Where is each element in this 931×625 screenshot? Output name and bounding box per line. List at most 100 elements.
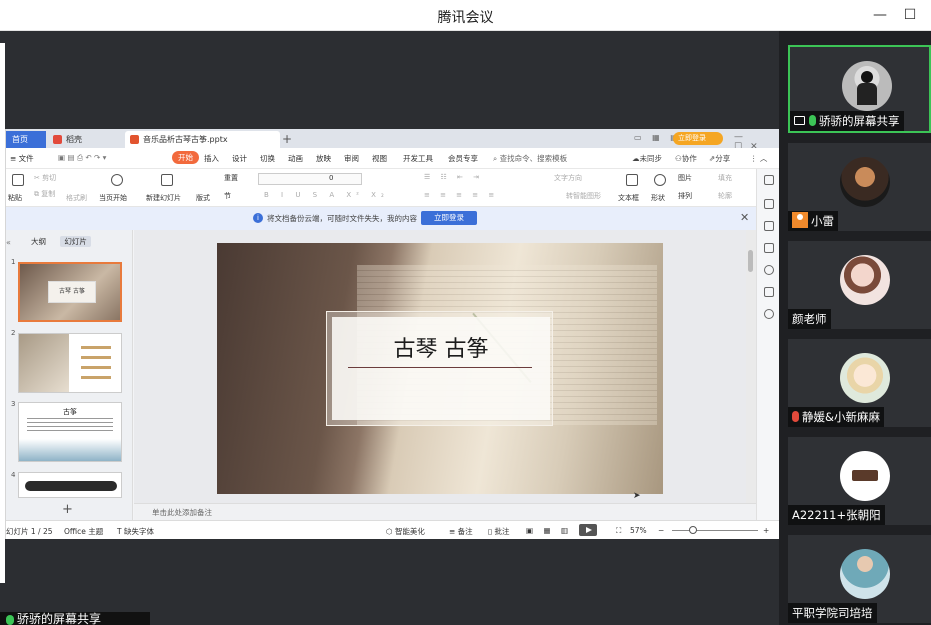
convert-smartart-button[interactable]: 转智能图形 (566, 191, 601, 201)
notes-area[interactable]: 单击此处添加备注 (134, 503, 756, 520)
text-direction-button[interactable]: 文字方向 (554, 173, 582, 183)
comments-toggle-button[interactable]: ▯ 批注 (488, 526, 510, 537)
menu-transition[interactable]: 切换 (260, 153, 275, 164)
quick-access-icons[interactable]: ▣ ▤ ⎙ ↶ ↷ ▾ (58, 153, 106, 163)
close-icon[interactable]: ✕ (740, 211, 749, 224)
smart-beautify-button[interactable]: ⬡ 智能美化 (386, 526, 425, 537)
paste-label[interactable]: 粘贴 (8, 193, 22, 203)
zoom-in-button[interactable]: + (763, 526, 769, 535)
collaborate-button[interactable]: ⚇协作 (675, 153, 697, 164)
menu-home[interactable]: 开始 (172, 151, 199, 164)
menu-design[interactable]: 设计 (232, 153, 247, 164)
picture-button[interactable]: 图片 (678, 173, 692, 183)
align-buttons[interactable]: ≡ ≡ ≡ ≡ ≡ (424, 191, 498, 199)
play-slideshow-button[interactable] (579, 524, 597, 536)
rail-icon-properties[interactable] (764, 175, 774, 185)
rail-icon-picture[interactable] (764, 287, 774, 297)
participant-tile[interactable]: 平职学院司培培 (788, 535, 931, 623)
minimize-button[interactable]: — (871, 6, 889, 24)
collapse-panel-icon[interactable]: « (6, 238, 11, 247)
thumb-line (81, 356, 111, 359)
new-slide-icon[interactable] (161, 174, 173, 186)
maximize-button[interactable]: ☐ (901, 6, 919, 24)
menu-animation[interactable]: 动画 (288, 153, 303, 164)
zoom-slider-track[interactable] (672, 530, 758, 531)
shape-icon[interactable] (654, 174, 666, 186)
fill-button[interactable]: 填充 (718, 173, 732, 183)
fit-window-icon[interactable]: ⛶ (616, 526, 621, 536)
new-tab-button[interactable]: + (282, 132, 292, 146)
tab-slides[interactable]: 幻灯片 (60, 236, 91, 247)
zoom-slider-knob[interactable] (689, 526, 697, 534)
layout-button[interactable]: 版式 (196, 193, 210, 203)
participant-tile[interactable]: 静媛&小新麻麻 (788, 339, 931, 427)
notes-toggle-button[interactable]: ≡ 备注 (449, 526, 473, 537)
format-painter-button[interactable]: 格式刷 (66, 193, 87, 203)
cut-button[interactable]: ✂ 剪切 (34, 173, 56, 183)
tab-outline[interactable]: 大纲 (31, 237, 46, 246)
beautify-icon: ⬡ (386, 527, 395, 536)
play-from-current-label[interactable]: 当页开始 (99, 193, 127, 203)
zoom-out-button[interactable]: − (658, 526, 664, 535)
scrollbar-thumb[interactable] (748, 250, 753, 272)
participant-tile[interactable]: 颜老师 (788, 241, 931, 329)
copy-button[interactable]: ⧉ 复制 (34, 189, 55, 199)
outline-button[interactable]: 轮廓 (718, 191, 732, 201)
sync-status[interactable]: ☁未同步 (632, 153, 662, 164)
missing-fonts-button[interactable]: T 缺失字体 (117, 526, 154, 537)
slide-thumbnail-2[interactable] (18, 333, 122, 393)
text-box-label[interactable]: 文本框 (618, 193, 639, 203)
slide-thumbnail-4[interactable] (18, 472, 122, 498)
view-mode-buttons[interactable]: ▣ ▦ ▥ (526, 526, 572, 535)
arrange-button[interactable]: 排列 (678, 191, 692, 201)
ribbon-more-icon[interactable]: ⋮ ︿ (750, 153, 767, 164)
menu-member[interactable]: 会员专享 (448, 153, 478, 164)
rail-icon-share[interactable] (764, 309, 774, 319)
slide-title[interactable]: 古琴 古筝 (332, 331, 550, 363)
tab-document[interactable]: 音乐品析古琴古筝.pptx (125, 131, 280, 148)
menu-developer[interactable]: 开发工具 (403, 153, 433, 164)
command-search[interactable]: ⌕ 查找命令、搜索模板 (493, 153, 567, 164)
shape-label[interactable]: 形状 (651, 193, 665, 203)
text-box-icon[interactable] (626, 174, 638, 186)
add-slide-button[interactable]: + (62, 502, 73, 517)
notes-icon: ≡ (449, 527, 458, 536)
menu-file[interactable]: ≡ 文件 (10, 153, 34, 164)
rail-icon-adjust[interactable] (764, 199, 774, 209)
menu-review[interactable]: 审阅 (344, 153, 359, 164)
font-style-buttons[interactable]: B I U S A X² X₂ (264, 191, 389, 199)
slide-vertical-scrollbar[interactable] (746, 230, 756, 520)
font-size-box[interactable]: 0 (329, 174, 333, 182)
avatar (840, 451, 890, 501)
rail-icon-animation[interactable] (764, 243, 774, 253)
participant-tile[interactable]: A22211+张朝阳 (788, 437, 931, 525)
rail-icon-star[interactable] (764, 221, 774, 231)
slide-count: 幻灯片 1 / 25 (6, 527, 53, 536)
zoom-level[interactable]: 57% (630, 526, 647, 535)
mic-icon (6, 614, 14, 625)
notice-login-button[interactable]: 立即登录 (421, 211, 477, 225)
list-buttons[interactable]: ☰ ☷ ⇤ ⇥ (424, 173, 483, 181)
thumb-line (81, 366, 111, 369)
play-from-current-icon[interactable] (111, 174, 123, 186)
font-name-box[interactable] (258, 173, 362, 185)
participant-tile[interactable]: 小雷 (788, 143, 931, 231)
paste-icon[interactable] (12, 174, 24, 186)
menu-insert[interactable]: 插入 (204, 153, 219, 164)
avatar (840, 549, 890, 599)
reset-button[interactable]: 重置 (224, 173, 238, 183)
rail-icon-help[interactable] (764, 265, 774, 275)
share-button[interactable]: ⇗分享 (709, 153, 730, 164)
new-slide-label[interactable]: 新建幻灯片 (146, 193, 181, 203)
menu-slideshow[interactable]: 放映 (316, 153, 331, 164)
slide-thumbnail-3[interactable]: 古筝 (18, 402, 122, 462)
current-slide[interactable]: 古琴 古筝 (217, 243, 663, 494)
section-button[interactable]: 节 (224, 191, 231, 201)
participant-tile[interactable]: 骄骄的屏幕共享 (788, 45, 931, 133)
info-icon: i (253, 213, 263, 223)
slide-thumbnail-1[interactable]: 古琴 古筝 (18, 262, 122, 322)
login-button[interactable]: 立即登录 (673, 132, 723, 145)
menu-view[interactable]: 视图 (372, 153, 387, 164)
tab-home[interactable]: 首页 (6, 131, 46, 148)
tab-docer[interactable]: 稻壳 (48, 131, 123, 148)
